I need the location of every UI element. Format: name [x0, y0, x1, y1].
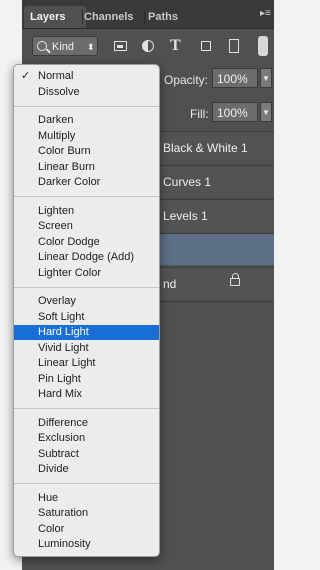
menu-item-color[interactable]: Color [14, 522, 159, 537]
menu-separator [14, 483, 159, 484]
menu-item-normal[interactable]: Normal [14, 69, 159, 84]
menu-item-color-burn[interactable]: Color Burn [14, 144, 159, 159]
menu-item-difference[interactable]: Difference [14, 416, 159, 431]
fill-field[interactable]: 100% [212, 102, 258, 122]
type-layer-filter-icon[interactable]: T [170, 38, 188, 54]
filter-toggle-switch[interactable] [258, 36, 268, 56]
opacity-field[interactable]: 100% [212, 68, 258, 88]
menu-item-multiply[interactable]: Multiply [14, 129, 159, 144]
menu-item-pin-light[interactable]: Pin Light [14, 372, 159, 387]
tab-divider [82, 10, 83, 24]
panel-tab-bar: Layers Channels Paths ▸≡ [22, 0, 274, 29]
pixel-layer-filter-icon[interactable] [112, 38, 130, 54]
menu-item-overlay[interactable]: Overlay [14, 294, 159, 309]
tab-channels[interactable]: Channels [84, 6, 134, 28]
menu-item-screen[interactable]: Screen [14, 219, 159, 234]
tab-layers[interactable]: Layers [24, 6, 86, 28]
layer-name: Black & White 1 [163, 141, 248, 155]
adjustment-layer-filter-icon[interactable] [140, 38, 158, 54]
menu-separator [14, 286, 159, 288]
layer-name: nd [163, 277, 177, 291]
layer-name: Curves 1 [163, 175, 212, 189]
menu-item-soft-light[interactable]: Soft Light [14, 310, 159, 325]
menu-separator [14, 408, 159, 409]
menu-item-divide[interactable]: Divide [14, 462, 159, 477]
fill-dropdown-arrow[interactable]: ▼ [260, 102, 272, 122]
menu-item-color-dodge[interactable]: Color Dodge [14, 235, 159, 250]
menu-item-hue[interactable]: Hue [14, 491, 159, 506]
search-icon [37, 41, 47, 51]
menu-separator [14, 196, 159, 197]
tab-paths[interactable]: Paths [148, 6, 178, 28]
checkmark-icon: ✓ [21, 70, 31, 82]
layer-name: Levels 1 [163, 209, 208, 223]
opacity-label: Opacity: [164, 73, 209, 87]
menu-item-vivid-light[interactable]: Vivid Light [14, 341, 159, 356]
menu-separator [14, 105, 159, 107]
menu-item-luminosity[interactable]: Luminosity [14, 537, 159, 552]
menu-item-lighten[interactable]: Lighten [14, 204, 159, 219]
menu-item-darken[interactable]: Darken [14, 113, 159, 128]
lock-icon [230, 273, 240, 286]
smart-object-filter-icon[interactable] [226, 38, 244, 54]
tab-divider [144, 10, 145, 24]
kind-filter-select[interactable]: Kind ⬍ [32, 36, 98, 56]
menu-item-hard-mix[interactable]: Hard Mix [14, 387, 159, 402]
menu-item-darker-color[interactable]: Darker Color [14, 175, 159, 190]
blend-mode-menu: Normal ✓ Dissolve Darken Multiply Color Burn L… [13, 64, 160, 557]
menu-item-dissolve[interactable]: Dissolve [14, 85, 159, 100]
menu-item-linear-burn[interactable]: Linear Burn [14, 160, 159, 175]
panel-menu-icon[interactable]: ▸≡ [260, 8, 271, 19]
menu-item-exclusion[interactable]: Exclusion [14, 431, 159, 446]
shape-layer-filter-icon[interactable] [198, 38, 216, 54]
menu-item-hard-light[interactable]: Hard Light [14, 325, 159, 340]
kind-filter-label: Kind [52, 41, 75, 53]
menu-item-linear-dodge-add[interactable]: Linear Dodge (Add) [14, 250, 159, 265]
menu-item-linear-light[interactable]: Linear Light [14, 356, 159, 371]
fill-label: Fill: [190, 107, 209, 121]
menu-item-subtract[interactable]: Subtract [14, 447, 159, 462]
menu-item-saturation[interactable]: Saturation [14, 506, 159, 521]
menu-item-lighter-color[interactable]: Lighter Color [14, 266, 159, 281]
chevron-updown-icon: ⬍ [87, 42, 95, 52]
opacity-dropdown-arrow[interactable]: ▼ [260, 68, 272, 88]
